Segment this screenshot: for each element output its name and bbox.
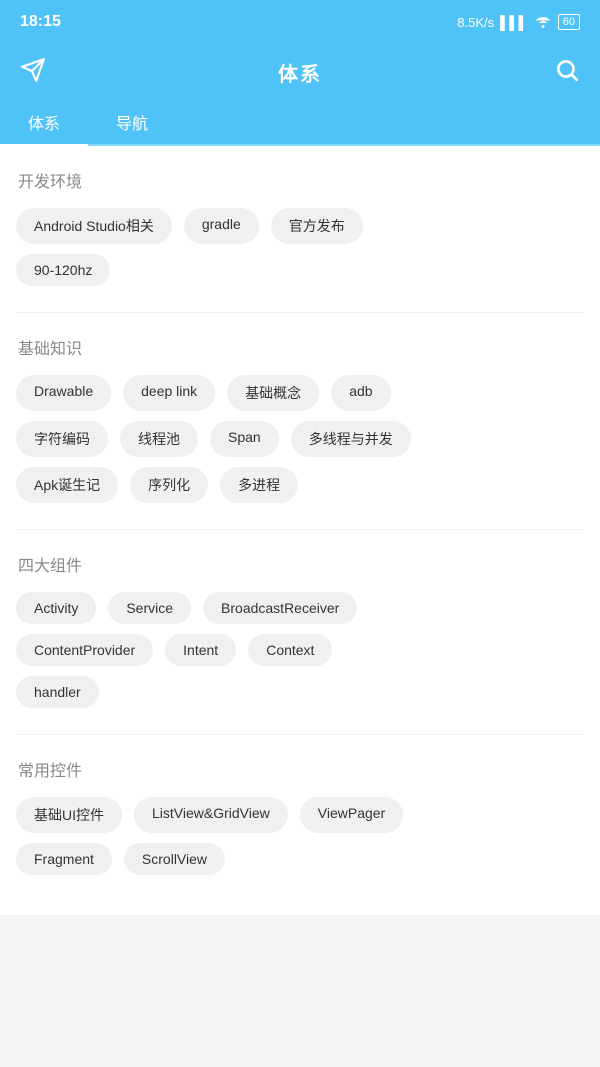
tag-scrollview[interactable]: ScrollView: [124, 843, 225, 875]
tags-row-basic-3: Apk诞生记 序列化 多进程: [16, 467, 584, 503]
tags-row-basic-1: Drawable deep link 基础概念 adb: [16, 375, 584, 411]
tag-serialization[interactable]: 序列化: [130, 467, 208, 503]
tag-service[interactable]: Service: [108, 592, 191, 624]
send-icon[interactable]: [20, 57, 46, 88]
tag-multi-thread[interactable]: 多线程与并发: [291, 421, 411, 457]
tags-row-dev-env-2: 90-120hz: [16, 254, 584, 286]
status-bar: 18:15 8.5K/s ▌▌▌ 60: [0, 0, 600, 44]
tag-gradle[interactable]: gradle: [184, 208, 259, 244]
tag-activity[interactable]: Activity: [16, 592, 96, 624]
status-right: 8.5K/s ▌▌▌ 60: [457, 14, 580, 31]
section-dev-env: 开发环境 Android Studio相关 gradle 官方发布 90-120…: [16, 146, 584, 306]
signal-icon: ▌▌▌: [500, 15, 528, 30]
tags-row-four-1: Activity Service BroadcastReceiver: [16, 592, 584, 624]
top-bar: 体系: [0, 44, 600, 100]
tag-context[interactable]: Context: [248, 634, 332, 666]
section-title-basic: 基础知识: [16, 335, 584, 359]
page-title: 体系: [278, 58, 322, 87]
tag-90-120hz[interactable]: 90-120hz: [16, 254, 110, 286]
tags-row-dev-env-1: Android Studio相关 gradle 官方发布: [16, 208, 584, 244]
section-title-controls: 常用控件: [16, 757, 584, 781]
section-title-four: 四大组件: [16, 552, 584, 576]
tag-drawable[interactable]: Drawable: [16, 375, 111, 411]
tag-viewpager[interactable]: ViewPager: [300, 797, 403, 833]
tag-official-release[interactable]: 官方发布: [271, 208, 363, 244]
status-time: 18:15: [20, 13, 61, 31]
section-four-components: 四大组件 Activity Service BroadcastReceiver …: [16, 530, 584, 728]
section-title-dev-env: 开发环境: [16, 168, 584, 192]
content-area: 开发环境 Android Studio相关 gradle 官方发布 90-120…: [0, 146, 600, 915]
wifi-icon: [534, 14, 552, 31]
tag-apk-birth[interactable]: Apk诞生记: [16, 467, 118, 503]
network-speed: 8.5K/s: [457, 15, 494, 30]
tag-android-studio[interactable]: Android Studio相关: [16, 208, 172, 244]
search-icon[interactable]: [554, 57, 580, 88]
tag-broadcast-receiver[interactable]: BroadcastReceiver: [203, 592, 357, 624]
tab-daohang[interactable]: 导航: [88, 100, 176, 144]
tags-row-four-3: handler: [16, 676, 584, 708]
tag-span[interactable]: Span: [210, 421, 279, 457]
tags-row-four-2: ContentProvider Intent Context: [16, 634, 584, 666]
tag-basic-concept[interactable]: 基础概念: [227, 375, 319, 411]
tag-intent[interactable]: Intent: [165, 634, 236, 666]
tag-char-encoding[interactable]: 字符编码: [16, 421, 108, 457]
tag-multi-process[interactable]: 多进程: [220, 467, 298, 503]
tags-row-controls-2: Fragment ScrollView: [16, 843, 584, 875]
tag-adb[interactable]: adb: [331, 375, 390, 411]
tags-row-controls-1: 基础UI控件 ListView&GridView ViewPager: [16, 797, 584, 833]
tag-basic-ui[interactable]: 基础UI控件: [16, 797, 122, 833]
tab-bar: 体系 导航: [0, 100, 600, 146]
tag-fragment[interactable]: Fragment: [16, 843, 112, 875]
tag-listview-gridview[interactable]: ListView&GridView: [134, 797, 288, 833]
tab-tixie[interactable]: 体系: [0, 100, 88, 144]
tag-content-provider[interactable]: ContentProvider: [16, 634, 153, 666]
tags-row-basic-2: 字符编码 线程池 Span 多线程与并发: [16, 421, 584, 457]
tag-handler[interactable]: handler: [16, 676, 99, 708]
section-basic-knowledge: 基础知识 Drawable deep link 基础概念 adb 字符编码 线程…: [16, 313, 584, 523]
tag-deep-link[interactable]: deep link: [123, 375, 215, 411]
battery-icon: 60: [558, 14, 580, 30]
section-common-controls: 常用控件 基础UI控件 ListView&GridView ViewPager …: [16, 735, 584, 895]
tag-thread-pool[interactable]: 线程池: [120, 421, 198, 457]
